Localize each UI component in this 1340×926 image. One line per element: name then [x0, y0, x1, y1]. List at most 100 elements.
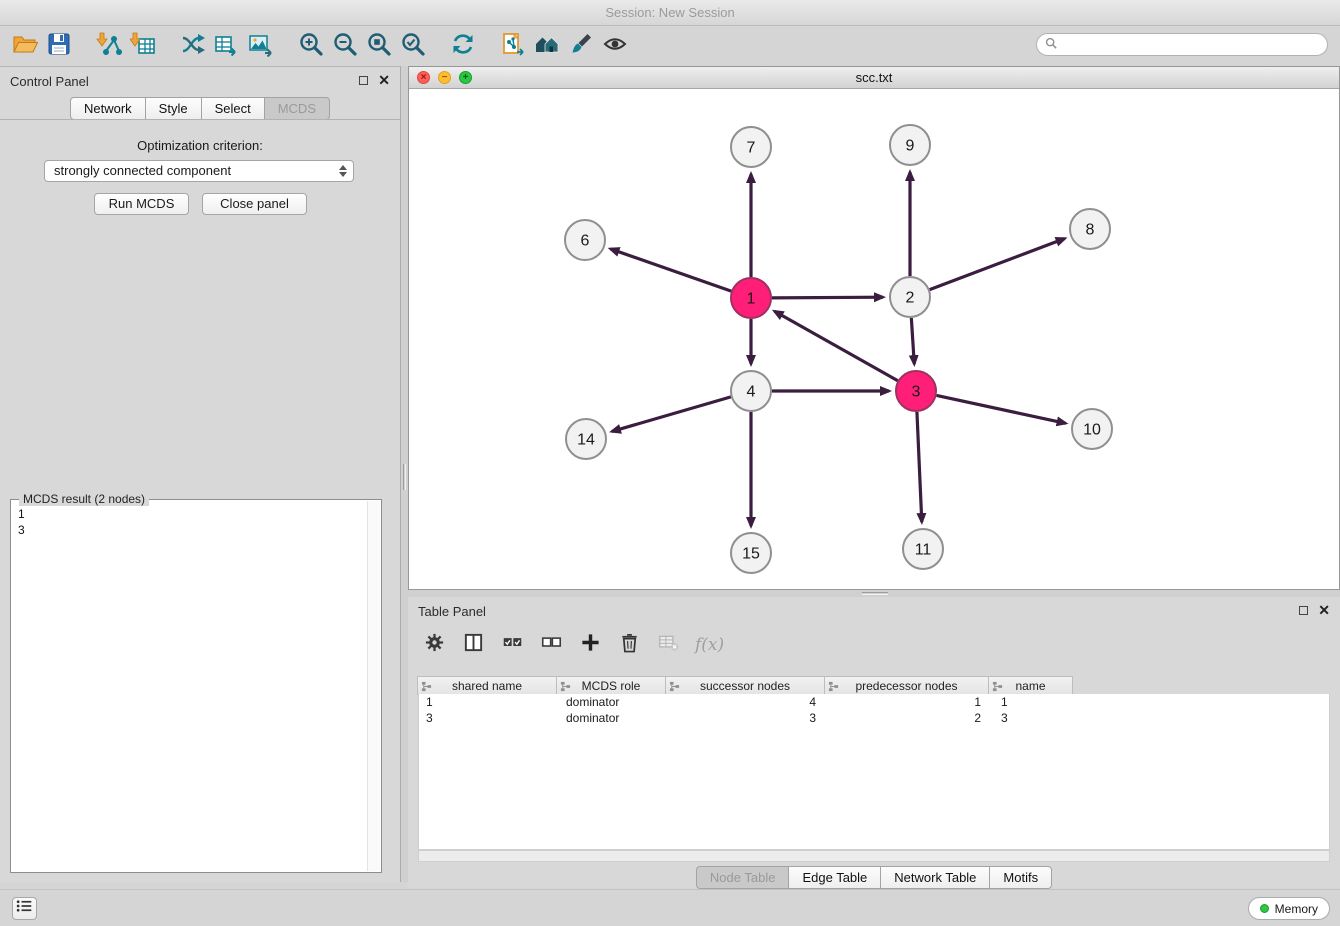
- checked-boxes-icon: [502, 632, 523, 658]
- cell-name[interactable]: 3: [994, 710, 1079, 726]
- copy-view-icon: [500, 31, 526, 62]
- graph-node-label: 7: [747, 140, 756, 157]
- graph-edge[interactable]: [917, 412, 922, 522]
- graph-node[interactable]: 11: [903, 529, 943, 569]
- criterion-dropdown[interactable]: strongly connected component: [44, 160, 354, 182]
- column-header-mcds-role[interactable]: MCDS role: [556, 676, 666, 695]
- column-label: name: [1015, 679, 1045, 693]
- graph-edge[interactable]: [930, 239, 1065, 290]
- memory-label: Memory: [1275, 902, 1318, 916]
- zoom-in-button[interactable]: [294, 30, 328, 62]
- function-builder-button[interactable]: f(x): [695, 633, 724, 657]
- column-header-successor-nodes[interactable]: successor nodes: [665, 676, 825, 695]
- tab-motifs[interactable]: Motifs: [989, 866, 1052, 889]
- tab-mcds[interactable]: MCDS: [264, 97, 330, 120]
- graph-node[interactable]: 3: [896, 371, 936, 411]
- select-all-rows-button[interactable]: [500, 633, 524, 657]
- graph-node[interactable]: 6: [565, 220, 605, 260]
- cell-mcds-role[interactable]: dominator: [559, 694, 669, 710]
- float-table-panel-button[interactable]: [1299, 606, 1308, 615]
- graph-node[interactable]: 8: [1070, 209, 1110, 249]
- graph-node[interactable]: 14: [566, 419, 606, 459]
- float-panel-button[interactable]: [359, 76, 368, 85]
- tab-network-table[interactable]: Network Table: [880, 866, 990, 889]
- column-header-shared-name[interactable]: shared name: [417, 676, 557, 695]
- graph-node[interactable]: 2: [890, 277, 930, 317]
- vertical-splitter[interactable]: [401, 66, 408, 882]
- close-table-panel-button[interactable]: ✕: [1318, 602, 1330, 618]
- save-session-button[interactable]: [42, 30, 76, 62]
- toolbar-search[interactable]: [1036, 33, 1328, 56]
- tab-select[interactable]: Select: [201, 97, 265, 120]
- import-table-button[interactable]: [126, 30, 160, 62]
- cell-predecessor-nodes[interactable]: 1: [829, 694, 994, 710]
- network-window-titlebar[interactable]: × − + scc.txt: [409, 67, 1339, 89]
- tab-network[interactable]: Network: [70, 97, 146, 120]
- cell-shared-name[interactable]: 1: [419, 694, 559, 710]
- network-window-title: scc.txt: [856, 70, 893, 85]
- zoom-out-button[interactable]: [328, 30, 362, 62]
- cell-name[interactable]: 1: [994, 694, 1079, 710]
- search-input[interactable]: [1062, 37, 1319, 53]
- home-layout-button[interactable]: [530, 30, 564, 62]
- main-toolbar: [0, 26, 1340, 66]
- show-hide-graphics-button[interactable]: [598, 30, 632, 62]
- refresh-layout-button[interactable]: [446, 30, 480, 62]
- deselect-all-rows-button[interactable]: [539, 633, 563, 657]
- table-horizontal-scrollbar[interactable]: [418, 850, 1330, 862]
- copy-network-view-button[interactable]: [496, 30, 530, 62]
- window-zoom-button[interactable]: +: [459, 71, 472, 84]
- cell-shared-name[interactable]: 3: [419, 710, 559, 726]
- graph-node[interactable]: 10: [1072, 409, 1112, 449]
- run-mcds-button[interactable]: Run MCDS: [94, 193, 189, 215]
- graph-node[interactable]: 1: [731, 278, 771, 318]
- graph-node[interactable]: 15: [731, 533, 771, 573]
- graph-node[interactable]: 9: [890, 125, 930, 165]
- graph-node-label: 15: [742, 546, 760, 563]
- open-file-button[interactable]: [8, 30, 42, 62]
- graph-node[interactable]: 7: [731, 127, 771, 167]
- cell-successor-nodes[interactable]: 4: [669, 694, 829, 710]
- window-close-button[interactable]: ×: [417, 71, 430, 84]
- graph-edge[interactable]: [612, 397, 731, 432]
- column-settings-button[interactable]: [422, 633, 446, 657]
- table-row[interactable]: 3 dominator 3 2 3: [419, 710, 1329, 726]
- import-table-icon: [130, 31, 156, 62]
- apply-style-button[interactable]: [564, 30, 598, 62]
- graph-edge[interactable]: [937, 395, 1066, 423]
- graph-edge[interactable]: [911, 318, 914, 364]
- split-panel-button[interactable]: [461, 633, 485, 657]
- delete-table-button[interactable]: [656, 633, 680, 657]
- table-toolbar: f(x): [422, 623, 724, 667]
- tab-edge-table[interactable]: Edge Table: [788, 866, 881, 889]
- horizontal-splitter[interactable]: [408, 590, 1340, 597]
- export-image-button[interactable]: [244, 30, 278, 62]
- close-panel-action-button[interactable]: Close panel: [202, 193, 307, 215]
- import-network-button[interactable]: [92, 30, 126, 62]
- table-row[interactable]: 1 dominator 4 1 1: [419, 694, 1329, 710]
- graph-edge[interactable]: [610, 249, 731, 291]
- tab-style[interactable]: Style: [145, 97, 202, 120]
- graph-edge[interactable]: [772, 297, 883, 298]
- network-canvas[interactable]: 7 9 6 8 1 2 4 3 14 10 15 11: [409, 89, 1339, 589]
- create-column-button[interactable]: [578, 633, 602, 657]
- column-header-name[interactable]: name: [988, 676, 1073, 695]
- cell-predecessor-nodes[interactable]: 2: [829, 710, 994, 726]
- zoom-fit-button[interactable]: [362, 30, 396, 62]
- result-scrollbar[interactable]: [367, 501, 380, 871]
- export-table-button[interactable]: [210, 30, 244, 62]
- delete-column-button[interactable]: [617, 633, 641, 657]
- cell-mcds-role[interactable]: dominator: [559, 710, 669, 726]
- tab-node-table[interactable]: Node Table: [696, 866, 790, 889]
- task-history-button[interactable]: [12, 897, 37, 920]
- cell-successor-nodes[interactable]: 3: [669, 710, 829, 726]
- graph-edge[interactable]: [775, 311, 898, 380]
- graph-node[interactable]: 4: [731, 371, 771, 411]
- column-header-predecessor-nodes[interactable]: predecessor nodes: [824, 676, 989, 695]
- window-minimize-button[interactable]: −: [438, 71, 451, 84]
- network-from-selection-button[interactable]: [176, 30, 210, 62]
- close-panel-button[interactable]: ✕: [378, 72, 390, 88]
- refresh-icon: [450, 31, 476, 62]
- memory-button[interactable]: Memory: [1248, 897, 1330, 920]
- zoom-selected-button[interactable]: [396, 30, 430, 62]
